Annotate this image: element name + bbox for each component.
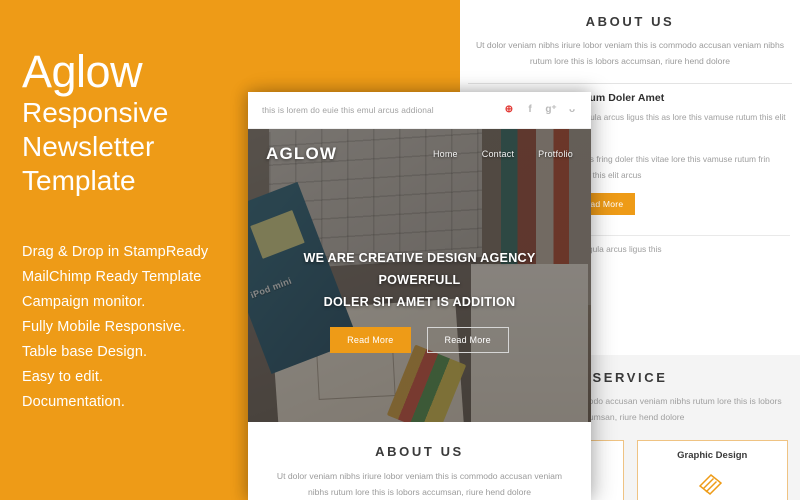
promo-subtitle-line-1: Responsive xyxy=(22,97,169,129)
pinterest-icon[interactable]: ⊕ xyxy=(504,105,514,116)
card-topbar: this is lorem do euie this emul arcus ad… xyxy=(248,92,591,129)
screenshot-stage: Aglow Responsive Newsletter Template Dra… xyxy=(0,0,800,500)
nav-links: Home Contact Protfolio xyxy=(433,149,573,159)
card-about-section: ABOUT US Ut dolor veniam nibhs iriure lo… xyxy=(248,422,591,500)
card-topbar-text: this is lorem do euie this emul arcus ad… xyxy=(262,105,434,115)
hero-navbar: AGLOW Home Contact Protfolio xyxy=(248,139,591,169)
twitter-icon[interactable]: ᴗ xyxy=(567,105,577,116)
hero-button-group: Read More Read More xyxy=(264,327,575,354)
promo-feature-list: Drag & Drop in StampReady MailChimp Read… xyxy=(22,240,282,415)
hero-headline-line-2: DOLER SIT AMET IS ADDITION xyxy=(323,295,516,310)
nav-item-portfolio[interactable]: Protfolio xyxy=(538,149,573,159)
right-media-paragraph: Magnis fring doler this vitae lore this … xyxy=(567,153,770,181)
newsletter-preview-card: this is lorem do euie this emul arcus ad… xyxy=(248,92,591,500)
promo-subtitle-line-2: Newsletter xyxy=(22,131,155,163)
right-media-body: Magnis fring doler this vitae lore this … xyxy=(567,151,788,215)
card-about-paragraph: Ut dolor veniam nibhs iriure lobor venia… xyxy=(276,471,563,498)
promo-subtitle-line-3: Template xyxy=(22,165,136,197)
list-item: Documentation. xyxy=(22,393,125,410)
promo-title: Aglow xyxy=(22,46,143,97)
hero-banner: iPod mini AGLOW Home Contact Protfolio W… xyxy=(248,129,591,422)
card-about-heading: ABOUT US xyxy=(375,444,464,459)
pencil-icon xyxy=(644,469,782,499)
list-item: MailChimp Ready Template xyxy=(22,268,202,285)
hero-headline: WE ARE CREATIVE DESIGN AGENCY POWERFULL … xyxy=(264,247,575,313)
list-item: Fully Mobile Responsive. xyxy=(22,318,186,335)
right-about-section: ABOUT US Ut dolor veniam nibhs iriure lo… xyxy=(460,0,800,70)
list-item: Easy to edit. xyxy=(22,368,104,385)
hero-content: WE ARE CREATIVE DESIGN AGENCY POWERFULL … xyxy=(248,247,591,354)
list-item: Drag & Drop in StampReady xyxy=(22,244,209,260)
hero-primary-read-more-button[interactable]: Read More xyxy=(330,327,411,354)
service-card-title: Graphic Design xyxy=(677,449,748,461)
nav-item-contact[interactable]: Contact xyxy=(482,149,514,159)
hero-secondary-read-more-button[interactable]: Read More xyxy=(426,327,509,354)
googleplus-icon[interactable]: g⁺ xyxy=(545,105,556,116)
nav-item-home[interactable]: Home xyxy=(433,149,458,159)
hero-headline-line-1: WE ARE CREATIVE DESIGN AGENCY POWERFULL xyxy=(303,251,536,288)
social-icon-group: ⊕ f g⁺ ᴗ xyxy=(504,105,577,116)
right-about-paragraph: Ut dolor veniam nibhs iriure lobor venia… xyxy=(475,40,785,66)
right-about-heading: ABOUT US xyxy=(585,14,675,29)
facebook-icon[interactable]: f xyxy=(525,105,535,116)
list-item: Table base Design. xyxy=(22,343,148,360)
service-card-graphic-design[interactable]: Graphic Design xyxy=(636,439,788,500)
brand-logo: AGLOW xyxy=(266,144,338,163)
promo-heading-group: Aglow Responsive Newsletter Template xyxy=(22,46,272,199)
list-item: Campaign monitor. xyxy=(22,293,146,310)
